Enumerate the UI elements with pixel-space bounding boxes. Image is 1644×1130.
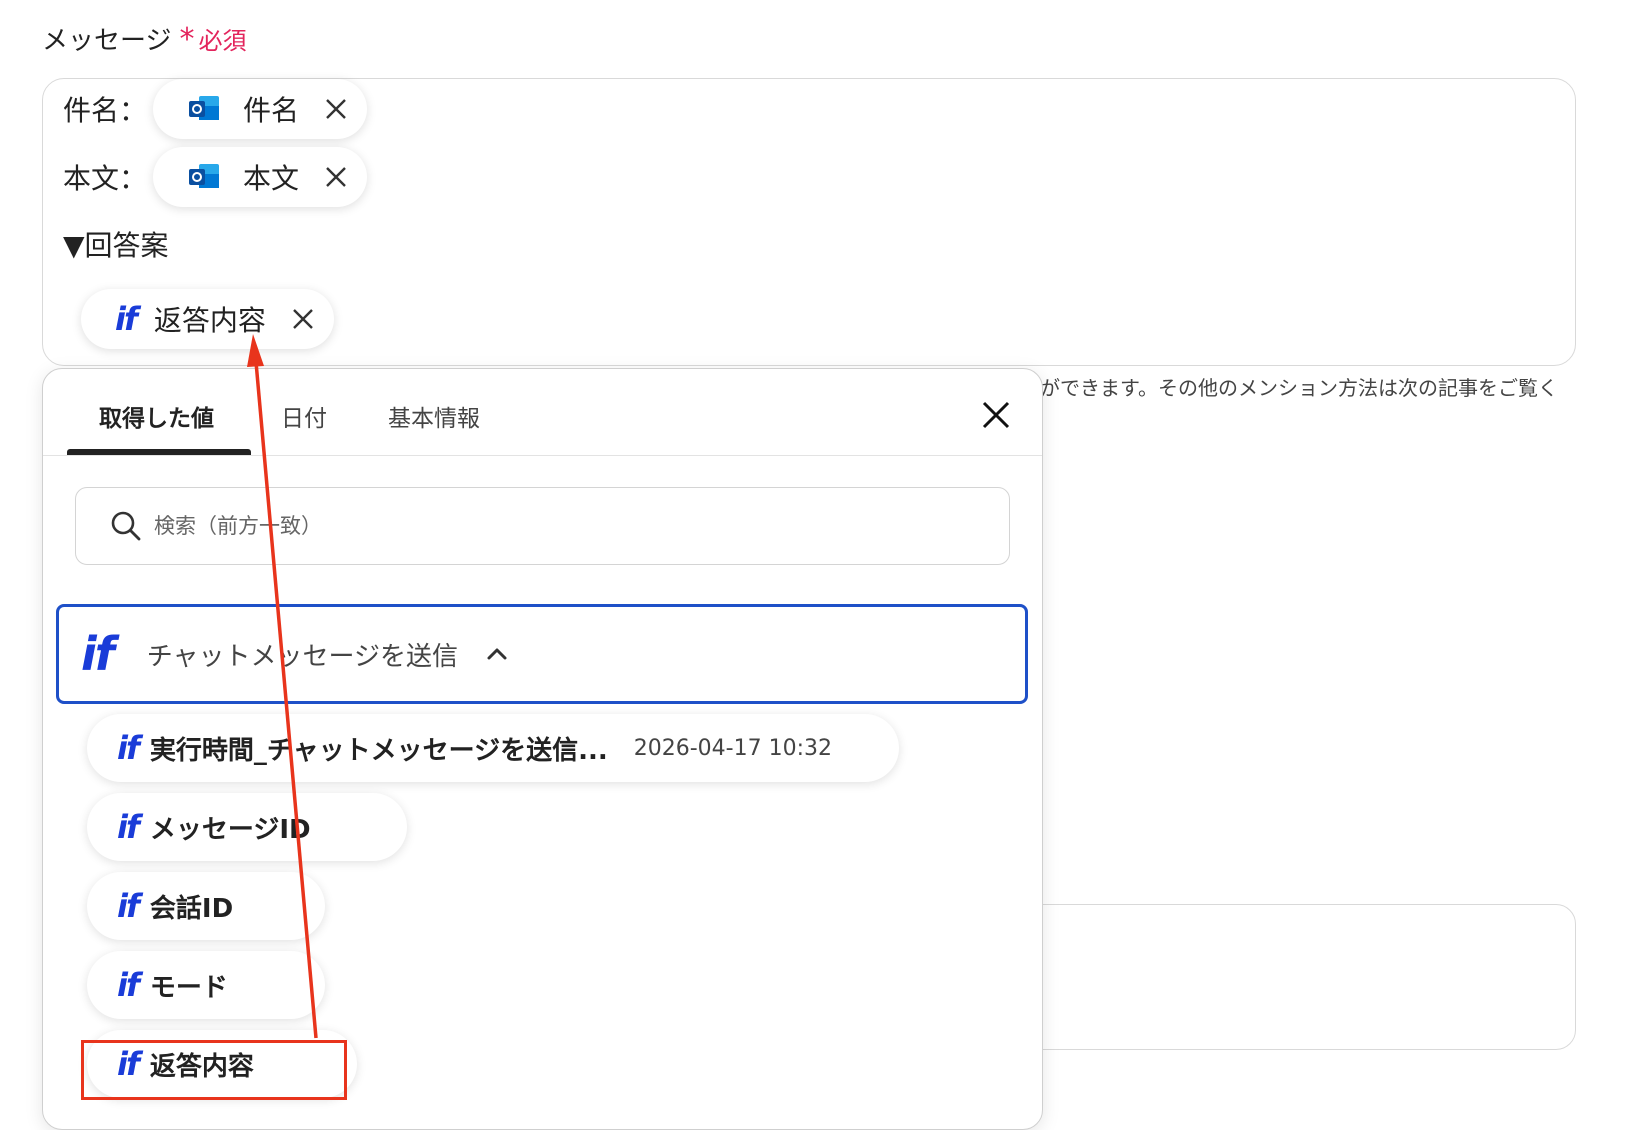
close-icon[interactable] [323,96,349,122]
if-icon: if [117,887,140,925]
item-label: 会話ID [149,893,234,924]
message-editor[interactable]: 件名： 件名 本文： 本文 ▼回答案 if 返答内容 [42,78,1576,366]
body-variable-chip[interactable]: 本文 [153,147,368,207]
secondary-field[interactable] [1010,904,1576,1050]
if-icon: if [115,300,138,338]
annotation-highlight-box [81,1040,347,1100]
field-label-text: メッセージ [42,26,172,56]
tab-retrieved-values[interactable]: 取得した値 [99,399,214,433]
if-icon: if [117,808,140,846]
variable-picker-panel: 取得した値 日付 基本情報 if チャットメッセージを送信 if 実行時間_チャ… [42,368,1043,1130]
subject-label: 件名： [63,94,148,127]
group-label: チャットメッセージを送信 [146,641,459,672]
list-item[interactable]: if メッセージID [87,793,407,861]
subject-variable-chip[interactable]: 件名 [153,79,368,139]
chevron-up-icon [487,648,507,660]
body-chip-label: 本文 [243,162,300,195]
answer-variable-chip[interactable]: if 返答内容 [81,289,334,349]
tab-bar: 取得した値 日付 基本情報 [43,369,1042,456]
answer-chip-label: 返答内容 [153,304,266,337]
tab-date[interactable]: 日付 [281,399,327,433]
outlook-icon [189,164,219,188]
item-value: 2026-04-17 10:32 [633,735,832,761]
required-text: 必須 [198,27,247,55]
search-box [75,487,1010,565]
close-icon[interactable] [290,306,316,332]
subject-chip-label: 件名 [243,94,300,127]
active-tab-indicator [67,449,251,455]
list-item[interactable]: if 実行時間_チャットメッセージを送信... 2026-04-17 10:32 [87,714,899,782]
outlook-icon [189,96,219,120]
if-icon: if [117,729,140,767]
item-label: 実行時間_チャットメッセージを送信... [149,735,608,766]
if-icon: if [81,627,115,681]
search-input[interactable] [152,513,956,539]
if-icon: if [117,966,140,1004]
body-label: 本文： [63,162,148,195]
list-item[interactable]: if 会話ID [87,872,325,940]
helper-text: ができます。その他のメンション方法は次の記事をご覧く [1040,376,1558,400]
item-label: モード [149,972,228,1003]
field-label: メッセージ * 必須 [42,20,246,57]
required-star: * [179,22,195,57]
list-item[interactable]: if モード [87,951,325,1019]
tab-basic-info[interactable]: 基本情報 [388,399,480,433]
close-icon[interactable] [323,164,349,190]
search-icon [111,511,141,541]
item-label: メッセージID [149,814,311,845]
section-heading: ▼回答案 [63,229,169,262]
close-icon[interactable] [978,397,1014,433]
group-header-send-chat-message[interactable]: if チャットメッセージを送信 [56,604,1028,704]
